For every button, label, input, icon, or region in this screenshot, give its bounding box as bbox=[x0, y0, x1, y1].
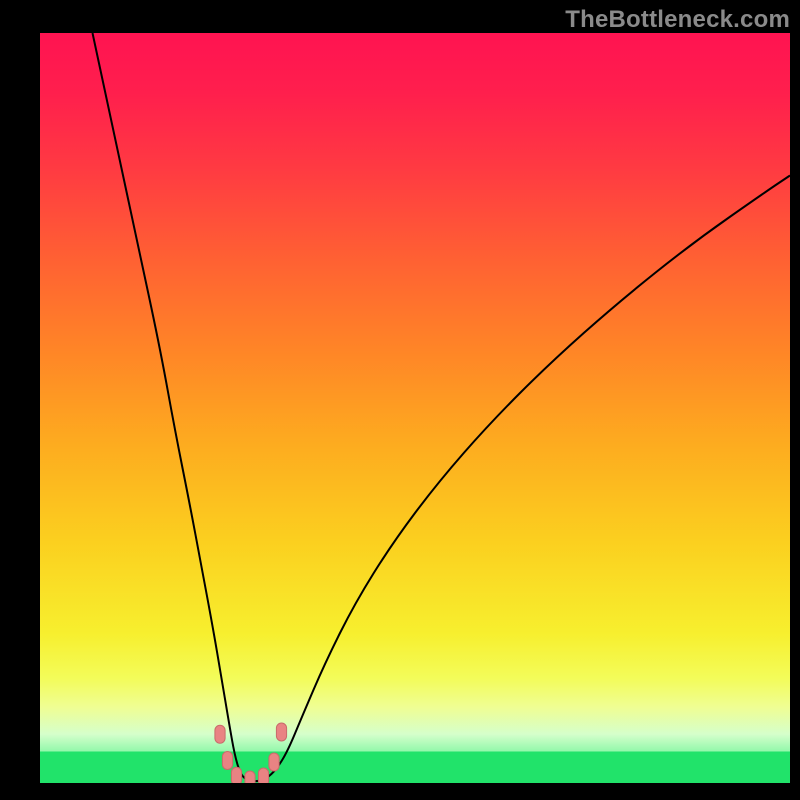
curve-marker bbox=[276, 723, 286, 741]
watermark: TheBottleneck.com bbox=[565, 6, 790, 34]
curve-marker bbox=[215, 725, 225, 743]
chart-svg bbox=[40, 33, 790, 783]
plot-area bbox=[40, 33, 790, 783]
curve-marker bbox=[231, 767, 241, 783]
curve-marker bbox=[258, 768, 268, 783]
chart-frame: TheBottleneck.com bbox=[0, 0, 800, 800]
green-band bbox=[40, 752, 790, 784]
curve-marker bbox=[245, 771, 255, 783]
gradient-background bbox=[40, 33, 790, 783]
curve-marker bbox=[269, 753, 279, 771]
curve-marker bbox=[222, 752, 232, 770]
